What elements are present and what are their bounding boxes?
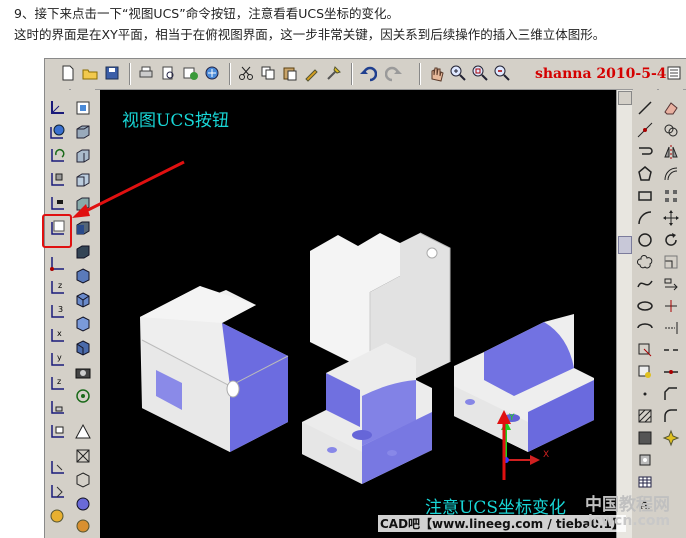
view-ucs-callout: 视图UCS按钮 — [122, 111, 229, 131]
watermark-cn: 中国教程网 — [585, 495, 670, 515]
annotation-arrows — [72, 160, 511, 480]
watermark-logo: jcwcn.com — [588, 513, 671, 529]
